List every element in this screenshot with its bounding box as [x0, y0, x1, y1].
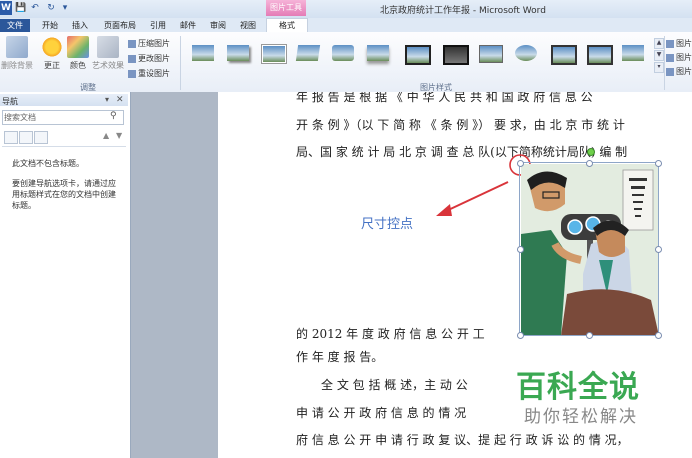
browse-results-tab[interactable] [34, 131, 48, 144]
gallery-scroll-down[interactable]: ▼ [654, 50, 664, 61]
next-arrow-icon[interactable]: ▼ [116, 131, 122, 140]
doc-line: 全 文 包 括 概 述，主 动 公 [321, 378, 468, 392]
group-separator [664, 36, 665, 90]
doc-line: 作 年 度 报 告。 [296, 350, 384, 364]
remove-background-button[interactable]: 删除背景 [0, 36, 34, 71]
reset-picture-button[interactable]: 重设图片 [128, 68, 170, 79]
tab-page-layout[interactable]: 页面布局 [104, 19, 136, 32]
compress-icon [128, 39, 136, 48]
close-icon[interactable]: ✕ [116, 95, 124, 105]
change-picture-button[interactable]: 更改图片 [128, 53, 170, 64]
artistic-effects-button[interactable]: 艺术效果 [92, 36, 124, 71]
doc-line: 开 条 例 》（以 下 简 称 《 条 例 》） 要 求，由 北 京 市 统 计 [296, 118, 625, 132]
picture-style-7[interactable] [400, 40, 432, 66]
nav-hint-message: 要创建导航选项卡，请通过应用标题样式在您的文档中创建标题。 [12, 179, 116, 210]
color-button[interactable]: 颜色 [64, 36, 92, 71]
picture-style-9[interactable] [474, 40, 506, 66]
picture-style-8[interactable] [438, 40, 470, 66]
watermark-logo: 百科全说 [516, 370, 640, 405]
tab-insert[interactable]: 插入 [72, 19, 88, 32]
picture-style-2[interactable] [222, 40, 254, 66]
group-separator [180, 36, 181, 90]
picture-style-12[interactable] [582, 40, 614, 66]
search-placeholder: 搜索文档 [4, 113, 36, 122]
picture-effects-button[interactable]: 图片 [666, 52, 692, 63]
picture-style-3[interactable] [257, 40, 289, 66]
sun-icon [41, 36, 63, 58]
gallery-scroll-up[interactable]: ▲ [654, 38, 664, 49]
picture-style-13[interactable] [617, 40, 649, 66]
title-bar [0, 0, 692, 19]
picture-layout-icon [666, 67, 674, 76]
tab-format[interactable]: 格式 [266, 18, 308, 33]
doc-line: 的 2012 年 度 政 府 信 息 公 开 工 [296, 327, 485, 341]
tab-view[interactable]: 视图 [240, 19, 256, 32]
sizing-handle-bottom[interactable] [586, 332, 593, 339]
watermark-tagline: 助你轻松解决 [524, 407, 638, 427]
tab-home[interactable]: 开始 [42, 19, 58, 32]
tab-review[interactable]: 审阅 [210, 19, 226, 32]
browse-pages-tab[interactable] [19, 131, 33, 144]
reset-picture-icon [128, 69, 136, 78]
change-picture-icon [128, 54, 136, 63]
tab-references[interactable]: 引用 [150, 19, 166, 32]
picture-style-5[interactable] [327, 40, 359, 66]
tab-file[interactable]: 文件 [0, 19, 30, 32]
sizing-handle-right[interactable] [655, 246, 662, 253]
save-icon[interactable]: 💾 [15, 2, 27, 14]
redo-icon[interactable]: ↻ [45, 2, 57, 14]
gallery-more[interactable]: ▾ [654, 62, 664, 73]
sizing-handle-top-right[interactable] [655, 160, 662, 167]
doc-line: 府 信 息 公 开 申 请 行 政 复 议、提 起 行 政 诉 讼 的 情 况， [296, 433, 629, 447]
picture-style-10[interactable] [510, 40, 542, 66]
picture-border-button[interactable]: 图片 [666, 38, 692, 49]
sizing-handle-bottom-right[interactable] [655, 332, 662, 339]
picture-style-1[interactable] [187, 40, 219, 66]
tab-mailings[interactable]: 邮件 [180, 19, 196, 32]
rotation-handle[interactable] [587, 148, 595, 156]
annotation-label: 尺寸控点 [361, 217, 414, 232]
picture-layout-button[interactable]: 图片 [666, 66, 692, 77]
eye-exam-clipart [521, 164, 659, 336]
navigation-pane-title: 导航 [2, 97, 18, 106]
window-title: 北京政府统计工作年报 - Microsoft Word [380, 6, 546, 16]
compress-pictures-button[interactable]: 压缩图片 [128, 38, 170, 49]
color-palette-icon [67, 36, 89, 58]
picture-tools-contextual-tab: 图片工具 [266, 0, 306, 16]
customize-qat-icon[interactable]: ▾ [59, 2, 71, 14]
picture-border-icon [666, 39, 674, 48]
remove-background-icon [6, 36, 28, 58]
corrections-button[interactable]: 更正 [38, 36, 66, 71]
selected-picture[interactable] [521, 164, 659, 336]
sizing-handle-bottom-left[interactable] [517, 332, 524, 339]
sizing-handle-left[interactable] [517, 246, 524, 253]
browse-headings-tab[interactable] [4, 131, 18, 144]
search-icon[interactable]: ⚲ [110, 111, 117, 121]
undo-icon[interactable]: ↶ [29, 2, 41, 14]
sizing-handle-top-left[interactable] [517, 160, 524, 167]
nav-no-headings-message: 此文档不包含标题。 [12, 159, 84, 168]
picture-style-11[interactable] [546, 40, 578, 66]
pane-options-icon[interactable]: ▾ [105, 95, 109, 104]
picture-style-6[interactable] [362, 40, 394, 66]
previous-arrow-icon[interactable]: ▲ [103, 131, 109, 140]
word-app-icon[interactable]: W [0, 1, 12, 15]
doc-line: 申 请 公 开 政 府 信 息 的 情 况 [296, 406, 467, 420]
artistic-effects-icon [97, 36, 119, 58]
picture-effects-icon [666, 53, 674, 62]
picture-style-4[interactable] [292, 40, 324, 66]
sizing-handle-top[interactable] [586, 160, 593, 167]
nav-divider [2, 146, 126, 147]
